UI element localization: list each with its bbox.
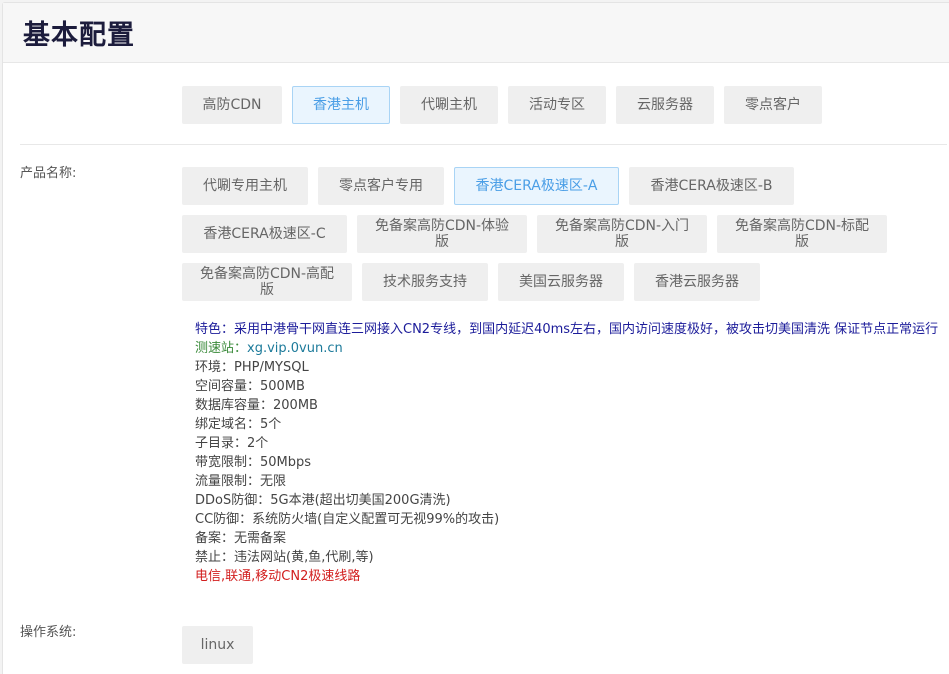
product-option[interactable]: 美国云服务器 [498,263,624,301]
product-option[interactable]: 免备案高防CDN-体验版 [357,215,527,253]
speed-test-line: 测速站：xg.vip.0vun.cn [195,339,940,358]
divider [20,144,947,145]
speed-test-label: 测速站： [195,341,248,356]
product-option[interactable]: 免备案高防CDN-入门版 [537,215,707,253]
spec-cc: CC防御：系统防火墙(自定义配置可无视99%的攻击) [195,512,500,527]
spec-icp: 备案：无需备案 [195,531,287,546]
product-description: 特色：采用中港骨干网直连三网接入CN2专线，到国内延迟40ms左右，国内访问速度… [195,320,940,586]
product-option[interactable]: 免备案高防CDN-高配版 [182,263,352,301]
product-option[interactable]: 香港CERA极速区-B [629,167,794,205]
speed-test-link[interactable]: xg.vip.0vun.cn [247,341,343,356]
os-label: 操作系统: [20,625,77,640]
product-option-selected[interactable]: 香港CERA极速区-A [454,167,619,205]
spec-subdirs: 子目录：2个 [195,436,269,451]
spec-domains: 绑定域名：5个 [195,417,282,432]
panel-header: 基本配置 [3,3,949,63]
category-tab-hk-host[interactable]: 香港主机 [292,86,390,124]
spec-forbidden: 禁止：违法网站(黄,鱼,代刷,等) [195,550,374,565]
spec-bandwidth: 带宽限制：50Mbps [195,455,312,470]
category-tab-promotions[interactable]: 活动专区 [508,86,606,124]
spec-env: 环境：PHP/MYSQL [195,360,309,375]
spec-lines: 电信,联通,移动CN2极速线路 [195,569,361,584]
feature-text: 特色：采用中港骨干网直连三网接入CN2专线，到国内延迟40ms左右，国内访问速度… [195,322,939,337]
product-option[interactable]: 零点客户专用 [318,167,444,205]
product-name-label: 产品名称: [20,166,77,181]
spec-space: 空间容量：500MB [195,379,305,394]
category-tab-gaofang-cdn[interactable]: 高防CDN [182,86,282,124]
product-option[interactable]: 代唰专用主机 [182,167,308,205]
category-tab-cloud-server[interactable]: 云服务器 [616,86,714,124]
product-option[interactable]: 技术服务支持 [362,263,488,301]
spec-traffic: 流量限制：无限 [195,474,287,489]
product-option[interactable]: 香港CERA极速区-C [182,215,347,253]
spec-db: 数据库容量：200MB [195,398,318,413]
product-option[interactable]: 香港云服务器 [634,263,760,301]
category-tab-zero-customer[interactable]: 零点客户 [724,86,822,124]
page-title: 基本配置 [23,20,135,51]
category-tab-daishua-host[interactable]: 代唰主机 [400,86,498,124]
spec-ddos: DDoS防御：5G本港(超出切美国200G清洗) [195,493,451,508]
product-option[interactable]: 免备案高防CDN-标配版 [717,215,887,253]
os-option-linux[interactable]: linux [182,626,253,664]
